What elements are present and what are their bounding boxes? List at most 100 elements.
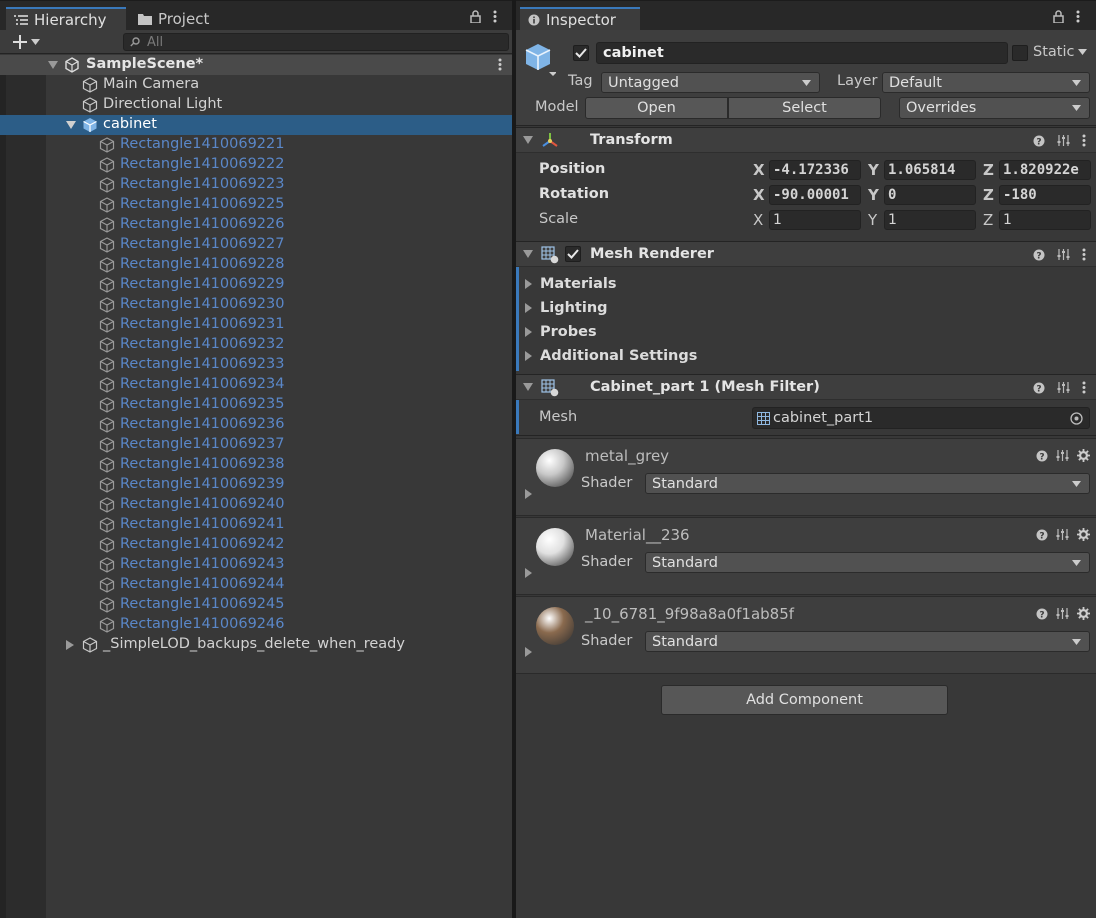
help-icon[interactable]: ? [1036, 450, 1048, 462]
shader-dropdown[interactable]: Standard [645, 631, 1090, 652]
hierarchy-item-child[interactable]: Rectangle1410069225 [0, 195, 512, 215]
collapsed-arrow-icon[interactable] [525, 568, 532, 578]
hierarchy-item-child[interactable]: Rectangle1410069235 [0, 395, 512, 415]
rotation-z[interactable]: Z -180 [983, 185, 1091, 205]
rotation-x-field[interactable]: -90.00001 [769, 185, 861, 205]
hierarchy-item-child[interactable]: Rectangle1410069223 [0, 175, 512, 195]
tab-project[interactable]: Project [130, 7, 230, 31]
hierarchy-item-child[interactable]: Rectangle1410069232 [0, 335, 512, 355]
hierarchy-item-child[interactable]: Rectangle1410069244 [0, 575, 512, 595]
shader-dropdown[interactable]: Standard [645, 552, 1090, 573]
add-component-button[interactable]: Add Component [661, 685, 948, 715]
fold-arrow-icon[interactable] [523, 136, 533, 146]
rotation-y[interactable]: Y0 [868, 185, 976, 205]
scale-x[interactable]: X1 [753, 210, 861, 230]
kebab-menu-icon[interactable] [1082, 381, 1086, 394]
presets-icon[interactable] [1057, 248, 1070, 261]
collapsed-arrow-icon[interactable] [525, 489, 532, 499]
hierarchy-item-child[interactable]: Rectangle1410069242 [0, 535, 512, 555]
prefab-cube-icon[interactable] [524, 42, 556, 76]
mesh-filter-header[interactable]: Cabinet_part 1 (Mesh Filter) ? [516, 374, 1096, 400]
hierarchy-item-child[interactable]: Rectangle1410069237 [0, 435, 512, 455]
hierarchy-item-child[interactable]: Rectangle1410069226 [0, 215, 512, 235]
scale-y[interactable]: Y1 [868, 210, 976, 230]
mesh-object-field[interactable]: cabinet_part1 [752, 407, 1090, 429]
help-icon[interactable]: ? [1033, 249, 1045, 261]
foldout-probes[interactable]: Probes [516, 322, 1096, 344]
collapsed-arrow-icon[interactable] [525, 279, 532, 289]
help-icon[interactable]: ? [1033, 135, 1045, 147]
foldout-materials[interactable]: Materials [516, 274, 1096, 296]
position-y-field[interactable]: 1.065814 [884, 160, 976, 180]
collapsed-arrow-icon[interactable] [66, 640, 76, 650]
help-icon[interactable]: ? [1033, 382, 1045, 394]
hierarchy-item-child[interactable]: Rectangle1410069222 [0, 155, 512, 175]
scale-y-field[interactable]: 1 [884, 210, 976, 230]
position-z[interactable]: Z 1.820922e [983, 160, 1091, 180]
hierarchy-item-child[interactable]: Rectangle1410069231 [0, 315, 512, 335]
hierarchy-item-simplelod-backups[interactable]: _SimpleLOD_backups_delete_when_ready [0, 635, 512, 655]
tag-dropdown[interactable]: Untagged [601, 72, 820, 93]
collapsed-arrow-icon[interactable] [525, 351, 532, 361]
static-checkbox[interactable] [1012, 45, 1028, 61]
hierarchy-item-child[interactable]: Rectangle1410069240 [0, 495, 512, 515]
rotation-y-field[interactable]: 0 [884, 185, 976, 205]
scene-menu-icon[interactable] [498, 58, 502, 71]
kebab-menu-icon[interactable] [1082, 248, 1086, 261]
position-x[interactable]: X -4.172336 [753, 160, 861, 180]
hierarchy-item-child[interactable]: Rectangle1410069245 [0, 595, 512, 615]
fold-arrow-icon[interactable] [523, 383, 533, 393]
kebab-menu-icon[interactable] [1082, 134, 1086, 147]
object-picker-icon[interactable] [1070, 412, 1083, 425]
object-name-field[interactable]: cabinet [596, 42, 1008, 64]
scene-row[interactable]: SampleScene* [0, 55, 512, 75]
rotation-z-field[interactable]: -180 [999, 185, 1091, 205]
scale-x-field[interactable]: 1 [769, 210, 861, 230]
hierarchy-item-child[interactable]: Rectangle1410069239 [0, 475, 512, 495]
rotation-x[interactable]: X -90.00001 [753, 185, 861, 205]
hierarchy-search-input[interactable]: All [123, 33, 509, 51]
overrides-dropdown[interactable]: Overrides [899, 97, 1090, 119]
position-x-field[interactable]: -4.172336 [769, 160, 861, 180]
tab-inspector[interactable]: Inspector [520, 7, 640, 31]
create-button[interactable] [12, 34, 40, 50]
hierarchy-item-child[interactable]: Rectangle1410069229 [0, 275, 512, 295]
fold-arrow-icon[interactable] [523, 250, 533, 260]
collapsed-arrow-icon[interactable] [525, 327, 532, 337]
layer-dropdown[interactable]: Default [882, 72, 1090, 93]
hierarchy-item-cabinet[interactable]: cabinet [0, 115, 512, 135]
hierarchy-item-child[interactable]: Rectangle1410069227 [0, 235, 512, 255]
position-z-field[interactable]: 1.820922e [999, 160, 1091, 180]
hierarchy-item-main-camera[interactable]: Main Camera [0, 75, 512, 95]
help-icon[interactable]: ? [1036, 529, 1048, 541]
expand-arrow-icon[interactable] [66, 121, 76, 131]
select-button[interactable]: Select [728, 97, 881, 119]
collapsed-arrow-icon[interactable] [525, 647, 532, 657]
presets-icon[interactable] [1056, 528, 1069, 541]
presets-icon[interactable] [1056, 607, 1069, 620]
hierarchy-item-child[interactable]: Rectangle1410069233 [0, 355, 512, 375]
presets-icon[interactable] [1057, 134, 1070, 147]
scale-z[interactable]: Z1 [983, 210, 1091, 230]
lock-icon[interactable] [1053, 10, 1064, 23]
hierarchy-item-child[interactable]: Rectangle1410069238 [0, 455, 512, 475]
position-y[interactable]: Y 1.065814 [868, 160, 976, 180]
gear-icon[interactable] [1077, 449, 1090, 462]
transform-header[interactable]: Transform ? [516, 127, 1096, 153]
hierarchy-item-child[interactable]: Rectangle1410069246 [0, 615, 512, 635]
kebab-menu-icon[interactable] [493, 10, 497, 23]
expand-arrow-icon[interactable] [48, 61, 58, 71]
kebab-menu-icon[interactable] [1076, 10, 1080, 23]
static-dropdown[interactable]: Static [1033, 44, 1088, 60]
hierarchy-item-child[interactable]: Rectangle1410069221 [0, 135, 512, 155]
hierarchy-item-directional-light[interactable]: Directional Light [0, 95, 512, 115]
gear-icon[interactable] [1077, 607, 1090, 620]
lock-icon[interactable] [470, 10, 481, 23]
foldout-additional-settings[interactable]: Additional Settings [516, 346, 1096, 368]
mesh-renderer-enabled-checkbox[interactable] [565, 246, 581, 262]
scale-z-field[interactable]: 1 [999, 210, 1091, 230]
hierarchy-item-child[interactable]: Rectangle1410069241 [0, 515, 512, 535]
open-button[interactable]: Open [585, 97, 728, 119]
hierarchy-item-child[interactable]: Rectangle1410069234 [0, 375, 512, 395]
hierarchy-item-child[interactable]: Rectangle1410069230 [0, 295, 512, 315]
